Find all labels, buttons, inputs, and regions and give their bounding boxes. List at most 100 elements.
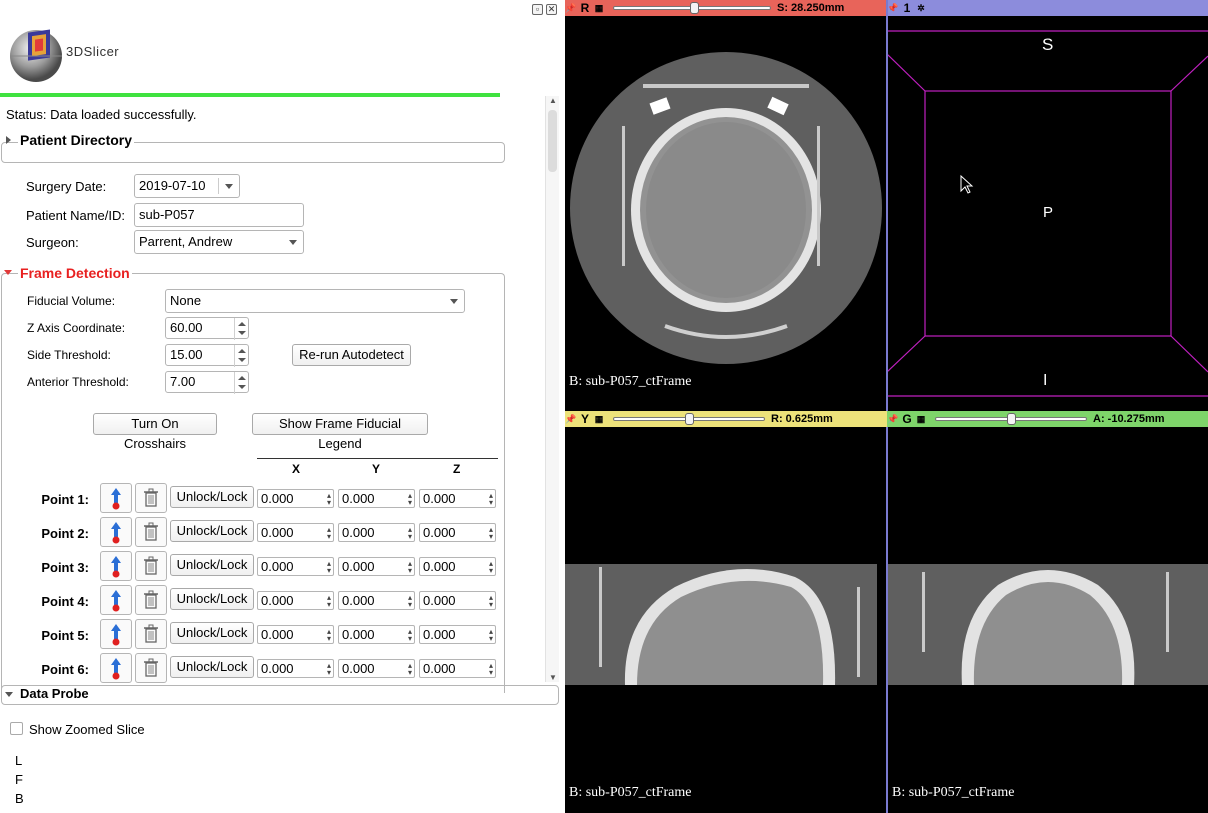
point-y-spinbox[interactable]: 0.000 ▴ ▾ — [338, 625, 415, 644]
point-y-spinbox[interactable]: 0.000 ▴ ▾ — [338, 659, 415, 678]
point-z-spinbox[interactable]: 0.000 ▴ ▾ — [419, 625, 496, 644]
point-z-spinbox[interactable]: 0.000 ▴ ▾ — [419, 489, 496, 508]
point-z-spinbox[interactable]: 0.000 ▴ ▾ — [419, 523, 496, 542]
point-y-spinbox[interactable]: 0.000 ▴ ▾ — [338, 557, 415, 576]
3d-view-controller[interactable]: 📌 1 ✲ — [887, 0, 1208, 16]
place-fiducial-button[interactable] — [100, 585, 132, 615]
spin-arrows-icon[interactable]: ▴ ▾ — [489, 662, 493, 677]
z-axis-spinbox[interactable]: 60.00 — [165, 317, 249, 340]
side-threshold-spinbox[interactable]: 15.00 — [165, 344, 249, 367]
unlock-lock-button[interactable]: Unlock/Lock — [170, 486, 254, 508]
red-view-controller[interactable]: 📌 R ▦ S: 28.250mm — [565, 0, 887, 16]
expand-arrow-icon[interactable] — [6, 136, 11, 144]
unlock-lock-button[interactable]: Unlock/Lock — [170, 656, 254, 678]
unlock-lock-button[interactable]: Unlock/Lock — [170, 554, 254, 576]
scrollbar-thumb[interactable] — [548, 110, 557, 172]
chevron-down-icon[interactable] — [289, 240, 297, 245]
patient-directory-title[interactable]: Patient Directory — [18, 132, 135, 148]
point-y-spinbox[interactable]: 0.000 ▴ ▾ — [338, 523, 415, 542]
anterior-threshold-spinbox[interactable]: 7.00 — [165, 371, 249, 394]
pin-icon[interactable]: 📌 — [887, 3, 899, 14]
place-fiducial-button[interactable] — [100, 517, 132, 547]
spin-arrows-icon[interactable]: ▴ ▾ — [489, 560, 493, 575]
rerun-autodetect-button[interactable]: Re-run Autodetect — [292, 344, 411, 366]
spin-arrows-icon[interactable]: ▴ ▾ — [327, 628, 331, 643]
close-icon[interactable]: ✕ — [546, 4, 557, 15]
restore-icon[interactable]: ▫ — [532, 4, 543, 15]
spin-arrows-icon[interactable]: ▴ ▾ — [489, 628, 493, 643]
delete-point-button[interactable] — [135, 653, 167, 683]
spin-arrows-icon[interactable]: ▴ ▾ — [327, 662, 331, 677]
unlock-lock-button[interactable]: Unlock/Lock — [170, 520, 254, 542]
spin-arrows-icon[interactable]: ▴ ▾ — [327, 560, 331, 575]
point-x-spinbox[interactable]: 0.000 ▴ ▾ — [257, 489, 334, 508]
collapse-arrow-icon[interactable] — [5, 692, 13, 697]
point-x-spinbox[interactable]: 0.000 ▴ ▾ — [257, 591, 334, 610]
delete-point-button[interactable] — [135, 585, 167, 615]
link-icon[interactable]: ▦ — [915, 414, 927, 425]
pin-icon[interactable]: 📌 — [887, 414, 899, 425]
surgery-date-field[interactable]: 2019-07-10 — [134, 174, 240, 198]
slider-handle[interactable] — [685, 413, 694, 425]
spin-arrows-icon[interactable]: ▴ ▾ — [489, 594, 493, 609]
chevron-down-icon[interactable] — [225, 184, 233, 189]
point-z-value: 0.000 — [423, 491, 456, 506]
slider-handle[interactable] — [1007, 413, 1016, 425]
delete-point-button[interactable] — [135, 483, 167, 513]
spin-arrows-icon[interactable]: ▴ ▾ — [327, 594, 331, 609]
center-view-icon[interactable]: ✲ — [915, 3, 927, 14]
spin-arrows-icon[interactable]: ▴ ▾ — [408, 594, 412, 609]
data-probe-title[interactable]: Data Probe — [18, 686, 91, 701]
delete-point-button[interactable] — [135, 619, 167, 649]
pin-icon[interactable]: 📌 — [565, 3, 577, 14]
point-x-spinbox[interactable]: 0.000 ▴ ▾ — [257, 659, 334, 678]
place-fiducial-button[interactable] — [100, 551, 132, 581]
pin-icon[interactable]: 📌 — [565, 414, 577, 425]
point-z-spinbox[interactable]: 0.000 ▴ ▾ — [419, 659, 496, 678]
point-y-spinbox[interactable]: 0.000 ▴ ▾ — [338, 591, 415, 610]
show-zoomed-checkbox[interactable] — [10, 722, 23, 735]
unlock-lock-button[interactable]: Unlock/Lock — [170, 588, 254, 610]
point-y-spinbox[interactable]: 0.000 ▴ ▾ — [338, 489, 415, 508]
delete-point-button[interactable] — [135, 517, 167, 547]
green-offset-slider[interactable] — [935, 413, 1087, 425]
spin-arrows-icon[interactable]: ▴ ▾ — [408, 628, 412, 643]
yellow-offset-slider[interactable] — [613, 413, 765, 425]
spin-arrows-icon[interactable]: ▴ ▾ — [327, 492, 331, 507]
red-offset-slider[interactable] — [613, 2, 771, 14]
link-icon[interactable]: ▦ — [593, 414, 605, 425]
spin-arrows-icon[interactable]: ▴ ▾ — [408, 526, 412, 541]
chevron-down-icon[interactable] — [450, 299, 458, 304]
point-x-spinbox[interactable]: 0.000 ▴ ▾ — [257, 625, 334, 644]
point-label: Point 3: — [41, 560, 89, 575]
point-z-spinbox[interactable]: 0.000 ▴ ▾ — [419, 557, 496, 576]
place-fiducial-button[interactable] — [100, 653, 132, 683]
frame-detection-title[interactable]: Frame Detection — [18, 265, 132, 281]
green-view-controller[interactable]: 📌 G ▦ A: -10.275mm — [887, 411, 1208, 427]
scroll-up-icon[interactable]: ▲ — [549, 96, 557, 105]
spin-arrows-icon[interactable]: ▴ ▾ — [408, 662, 412, 677]
unlock-lock-button[interactable]: Unlock/Lock — [170, 622, 254, 644]
patient-name-input[interactable]: sub-P057 — [134, 203, 304, 227]
delete-point-button[interactable] — [135, 551, 167, 581]
point-x-spinbox[interactable]: 0.000 ▴ ▾ — [257, 523, 334, 542]
place-fiducial-button[interactable] — [100, 483, 132, 513]
spin-arrows-icon[interactable]: ▴ ▾ — [489, 492, 493, 507]
scroll-down-icon[interactable]: ▼ — [549, 673, 557, 682]
link-icon[interactable]: ▦ — [593, 3, 605, 14]
place-fiducial-button[interactable] — [100, 619, 132, 649]
show-legend-button[interactable]: Show Frame Fiducial Legend — [252, 413, 428, 451]
yellow-view-controller[interactable]: 📌 Y ▦ R: 0.625mm — [565, 411, 887, 427]
surgeon-select[interactable]: Parrent, Andrew — [134, 230, 304, 254]
point-z-spinbox[interactable]: 0.000 ▴ ▾ — [419, 591, 496, 610]
spin-arrows-icon[interactable]: ▴ ▾ — [408, 560, 412, 575]
fiducial-volume-select[interactable]: None — [165, 289, 465, 313]
slider-handle[interactable] — [690, 2, 699, 14]
turn-on-crosshairs-button[interactable]: Turn On Crosshairs — [93, 413, 217, 451]
spin-arrows-icon[interactable]: ▴ ▾ — [408, 492, 412, 507]
collapse-arrow-icon[interactable] — [4, 270, 12, 275]
spin-arrows-icon[interactable]: ▴ ▾ — [489, 526, 493, 541]
spin-arrows-icon[interactable]: ▴ ▾ — [327, 526, 331, 541]
point-x-spinbox[interactable]: 0.000 ▴ ▾ — [257, 557, 334, 576]
panel-scrollbar[interactable]: ▲ ▼ — [545, 96, 559, 682]
